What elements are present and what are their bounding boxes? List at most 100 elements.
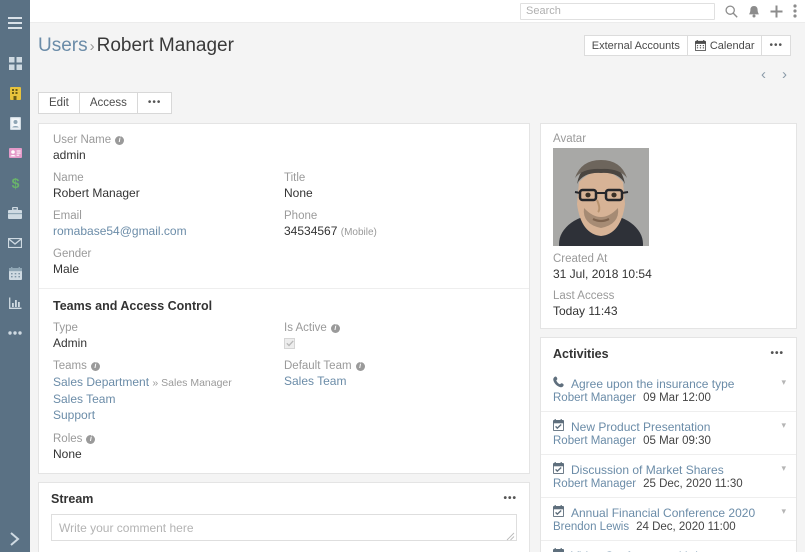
activity-item: New Product Presentation Robert Manager 0… — [541, 411, 796, 454]
sidebar: $ — [0, 0, 30, 552]
breadcrumb-users-link[interactable]: Users — [38, 35, 88, 56]
field-gender: Gender Male — [53, 248, 515, 278]
activities-more-button[interactable]: ••• — [770, 349, 784, 359]
teams-section-title: Teams and Access Control — [53, 299, 515, 313]
field-title-label: Title — [284, 172, 306, 184]
activity-assignee[interactable]: Robert Manager — [553, 392, 636, 404]
reports-chart-icon[interactable] — [0, 288, 30, 318]
field-type-value: Admin — [53, 336, 88, 350]
meeting-calendar-icon — [553, 419, 564, 434]
search-icon[interactable] — [725, 4, 738, 18]
is-active-checkbox[interactable] — [284, 338, 295, 349]
activity-meta: Robert Manager 09 Mar 12:00 — [553, 392, 784, 404]
next-record-button[interactable]: › — [782, 67, 787, 82]
activities-header: Activities ••• — [541, 338, 796, 369]
external-accounts-label: External Accounts — [591, 39, 680, 52]
page-header: Users › Robert Manager External Accounts C… — [30, 23, 805, 82]
activity-assignee[interactable]: Robert Manager — [553, 478, 636, 490]
field-row-gender: Gender Male — [53, 248, 515, 278]
contacts-card-icon[interactable] — [0, 108, 30, 138]
cases-briefcase-icon[interactable] — [0, 198, 30, 228]
quick-create-plus-icon[interactable] — [770, 5, 783, 18]
field-phone: Phone 34534567 (Mobile) — [284, 210, 515, 248]
activity-title-row: New Product Presentation — [553, 419, 784, 434]
field-default-team-label: Default Team i — [284, 360, 515, 372]
field-type: Type Admin — [53, 322, 284, 360]
more-dots-icon: ••• — [769, 39, 783, 51]
activity-title[interactable]: Agree upon the insurance type — [571, 377, 734, 391]
search-input[interactable] — [520, 2, 715, 20]
access-button[interactable]: Access — [78, 92, 138, 114]
activity-title-row: Annual Financial Conference 2020 — [553, 505, 784, 520]
team-link[interactable]: Support — [53, 407, 284, 423]
team-link[interactable]: Sales Team — [53, 391, 284, 407]
field-row-email-phone: Email romabase54@gmail.com Phone 3453456… — [53, 210, 515, 248]
info-icon[interactable]: i — [115, 135, 125, 145]
info-icon[interactable]: i — [86, 434, 96, 444]
activity-assignee[interactable]: Brendon Lewis — [553, 521, 629, 533]
prev-record-button[interactable]: ‹ — [761, 67, 766, 82]
emails-envelope-icon[interactable] — [0, 228, 30, 258]
field-teams: Teams i Sales Department » Sales Manager… — [53, 360, 284, 433]
comment-input[interactable]: Write your comment here — [51, 514, 517, 541]
activity-title[interactable]: Discussion of Market Shares — [571, 463, 724, 477]
stream-more-button[interactable]: ••• — [503, 494, 517, 504]
dashboard-icon[interactable] — [0, 48, 30, 78]
record-pager: ‹ › — [761, 67, 791, 82]
field-email-value[interactable]: romabase54@gmail.com — [53, 224, 284, 238]
field-default-team-value[interactable]: Sales Team — [284, 374, 515, 388]
edit-button[interactable]: Edit — [38, 92, 80, 114]
activity-title-row: Agree upon the insurance type — [553, 376, 784, 391]
activity-title-row: Discussion of Market Shares — [553, 462, 784, 477]
teams-access-section: Teams and Access Control Type Admin Is A… — [39, 288, 529, 473]
calendar-icon[interactable] — [0, 258, 30, 288]
hamburger-menu-icon[interactable] — [0, 8, 30, 38]
info-icon[interactable]: i — [330, 323, 340, 333]
activity-meta: Robert Manager 25 Dec, 2020 11:30 — [553, 478, 784, 490]
breadcrumb: Users › Robert Manager — [38, 35, 234, 57]
sidebar-expand-icon[interactable] — [0, 532, 30, 546]
more-dots-icon[interactable] — [0, 318, 30, 348]
toolbar-more-button[interactable]: ••• — [136, 92, 173, 114]
chevron-down-icon[interactable]: ▾ — [781, 377, 786, 388]
notifications-bell-icon[interactable] — [748, 5, 760, 18]
activity-item: Video Conference with Investors ▾ — [541, 540, 796, 552]
menu-kebab-icon[interactable] — [793, 4, 797, 18]
meeting-calendar-icon — [553, 505, 564, 520]
field-title: Title None — [284, 172, 515, 210]
chevron-down-icon[interactable]: ▾ — [781, 463, 786, 474]
info-icon[interactable]: i — [90, 361, 100, 371]
created-at-label: Created At — [553, 253, 608, 265]
content-area: Users›Robert Manager External Accounts C… — [30, 0, 805, 552]
opportunities-dollar-icon[interactable]: $ — [0, 168, 30, 198]
field-row-teams-default: Teams i Sales Department » Sales Manager… — [53, 360, 515, 433]
chevron-down-icon[interactable]: ▾ — [781, 420, 786, 431]
activity-title[interactable]: New Product Presentation — [571, 420, 710, 434]
activity-datetime: 05 Mar 09:30 — [643, 435, 711, 447]
team-link[interactable]: Sales Department » Sales Manager — [53, 374, 284, 391]
field-type-label: Type — [53, 322, 78, 334]
info-icon[interactable]: i — [355, 361, 365, 371]
stream-title: Stream — [51, 492, 94, 506]
activity-title[interactable]: Video Conference with Investors — [571, 549, 744, 552]
detail-fields-section: User Name i admin Name Robert Manager Ti… — [39, 124, 529, 288]
leads-id-card-icon[interactable] — [0, 138, 30, 168]
user-avatar-image[interactable] — [553, 148, 649, 246]
field-row-type-active: Type Admin Is Active i — [53, 322, 515, 360]
side-column: Avatar Created At 31 Jul, 2018 10:54 Las… — [540, 123, 797, 552]
chevron-down-icon[interactable]: ▾ — [781, 506, 786, 517]
external-accounts-button[interactable]: External Accounts — [583, 35, 688, 56]
activity-assignee[interactable]: Robert Manager — [553, 435, 636, 447]
search-wrapper — [520, 2, 715, 20]
field-name-label: Name — [53, 172, 84, 184]
resize-grip-icon[interactable] — [506, 530, 515, 541]
field-phone-value[interactable]: 34534567 — [284, 224, 337, 238]
header-more-button[interactable]: ••• — [761, 35, 791, 56]
field-is-active-label-text: Is Active — [284, 322, 327, 334]
phone-call-icon — [553, 376, 564, 391]
accounts-building-icon[interactable] — [0, 78, 30, 108]
field-phone-value-wrap: 34534567 (Mobile) — [284, 224, 515, 238]
activity-title[interactable]: Annual Financial Conference 2020 — [571, 506, 755, 520]
calendar-button[interactable]: Calendar — [686, 35, 763, 56]
activity-datetime: 09 Mar 12:00 — [643, 392, 711, 404]
